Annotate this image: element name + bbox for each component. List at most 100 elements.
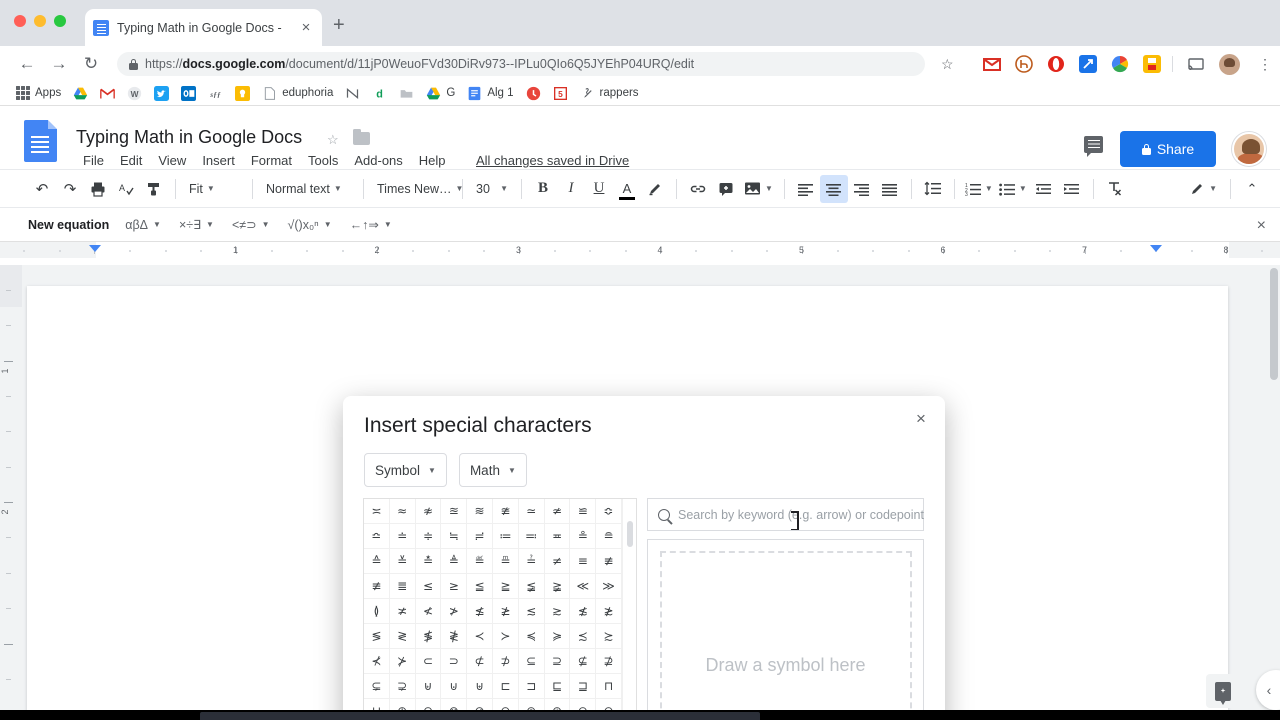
menu-help[interactable]: Help <box>411 151 454 170</box>
character-cell[interactable]: ≚ <box>389 549 416 574</box>
character-cell[interactable]: ≏ <box>364 524 390 549</box>
collapse-panel-button[interactable]: ‹ <box>1256 670 1280 710</box>
minimize-window-button[interactable] <box>34 15 46 27</box>
docs-logo-icon[interactable] <box>24 120 57 162</box>
character-cell[interactable]: ≼ <box>518 624 545 649</box>
bookmark-nearpod[interactable] <box>345 86 360 101</box>
user-avatar[interactable] <box>1232 132 1266 166</box>
character-cell[interactable]: ≍ <box>364 499 390 524</box>
character-cell[interactable]: ≷ <box>389 624 416 649</box>
character-cell[interactable]: ≎ <box>596 499 622 524</box>
maximize-window-button[interactable] <box>54 15 66 27</box>
character-cell[interactable]: ⊆ <box>518 649 545 674</box>
folder-icon[interactable] <box>353 129 370 145</box>
draw-canvas[interactable]: Draw a symbol here <box>659 551 912 720</box>
character-cell[interactable]: ≢ <box>364 574 390 599</box>
category-dropdown[interactable]: Symbol ▼ <box>364 453 447 487</box>
close-tab-button[interactable]: × <box>298 20 314 35</box>
character-grid[interactable]: ≍ ≈ ≉ ≊ ≋ ≇ ≃ ≄ ≌ ≎ ≏ ≐ ≑ ≒ ≓ ≔ ≕ ≖ ≗ ≘ ≙ ≚ ≛ ≜ ≝ ≞ ≟ ≠ ≡ ≢ ≢ ≣ ≤ ≥ ≦ ≧ ≨ ≩ ≪ ≫… <box>364 499 622 720</box>
explore-button[interactable] <box>1206 674 1240 708</box>
forward-button[interactable]: → <box>48 54 70 74</box>
character-cell[interactable]: ≛ <box>415 549 442 574</box>
numbered-list-button[interactable]: 123 ▼ <box>962 175 996 203</box>
add-comment-icon[interactable] <box>712 175 740 203</box>
equation-arrows-group[interactable]: ←↑⇒ ▼ <box>350 217 392 232</box>
character-cell[interactable]: ⊌ <box>415 674 442 699</box>
character-cell[interactable]: ≟ <box>518 549 545 574</box>
bookmark-alg1[interactable]: Alg 1 <box>467 86 514 101</box>
character-cell[interactable]: ≬ <box>364 599 390 624</box>
character-cell[interactable]: ≴ <box>570 599 597 624</box>
character-cell[interactable]: ≈ <box>389 499 416 524</box>
spellcheck-icon[interactable]: A <box>112 175 140 203</box>
character-cell[interactable]: ≢ <box>596 549 622 574</box>
character-cell[interactable]: ≱ <box>492 599 519 624</box>
character-cell[interactable]: ≜ <box>441 549 468 574</box>
character-cell[interactable]: ≓ <box>467 524 493 549</box>
character-cell[interactable]: ≲ <box>518 599 545 624</box>
horizontal-ruler[interactable]: 1 2 3 4 5 6 7 8 <box>0 241 1280 258</box>
character-cell[interactable]: ≨ <box>518 574 545 599</box>
character-cell[interactable]: ≙ <box>364 549 390 574</box>
character-cell[interactable]: ≰ <box>467 599 493 624</box>
bulleted-list-button[interactable]: ▼ <box>996 175 1030 203</box>
character-cell[interactable]: ≹ <box>441 624 468 649</box>
back-button[interactable]: ← <box>16 54 38 74</box>
gmail-extension-icon[interactable] <box>983 55 1001 73</box>
character-cell[interactable]: ⊅ <box>492 649 519 674</box>
character-cell[interactable]: ≝ <box>467 549 493 574</box>
url-input[interactable]: https://docs.google.com/document/d/11jP0… <box>117 52 925 76</box>
equation-operators-group[interactable]: ×÷∃ ▼ <box>179 217 214 232</box>
apps-grid-button[interactable]: Apps <box>16 86 61 100</box>
star-icon[interactable]: ☆ <box>327 132 339 148</box>
close-window-button[interactable] <box>14 15 26 27</box>
edit-mode-button[interactable]: ▼ <box>1183 175 1223 203</box>
character-cell[interactable]: ⊏ <box>492 674 519 699</box>
link-icon[interactable] <box>684 175 712 203</box>
character-cell[interactable]: ≄ <box>544 499 571 524</box>
menu-insert[interactable]: Insert <box>194 151 243 170</box>
character-cell[interactable]: ≔ <box>492 524 519 549</box>
character-cell[interactable]: ≵ <box>596 599 622 624</box>
bookmark-quizizz[interactable] <box>526 86 541 101</box>
character-cell[interactable]: ≮ <box>415 599 442 624</box>
character-cell[interactable]: ≳ <box>544 599 571 624</box>
character-cell[interactable]: ≊ <box>441 499 468 524</box>
equation-relations-group[interactable]: <≠⊃ ▼ <box>232 217 270 232</box>
menu-tools[interactable]: Tools <box>300 151 346 170</box>
character-cell[interactable]: ≦ <box>467 574 493 599</box>
share-button[interactable]: Share <box>1120 131 1216 167</box>
font-size-dropdown[interactable]: 30 ▼ <box>470 175 514 203</box>
equation-math-ops-group[interactable]: √()x₀ⁿ ▼ <box>288 218 332 232</box>
align-left-icon[interactable] <box>792 175 820 203</box>
zoom-dropdown[interactable]: Fit ▼ <box>183 175 245 203</box>
align-center-icon[interactable] <box>819 174 848 203</box>
character-cell[interactable]: ⊊ <box>364 674 390 699</box>
character-grid-scrollbar[interactable] <box>622 499 636 720</box>
character-cell[interactable]: ⊋ <box>389 674 416 699</box>
text-color-button[interactable]: A <box>613 175 641 203</box>
bookmark-outlook[interactable] <box>181 85 197 101</box>
italic-button[interactable]: I <box>557 175 585 203</box>
character-cell[interactable]: ≗ <box>570 524 597 549</box>
character-cell[interactable]: ≡ <box>570 549 597 574</box>
paragraph-style-dropdown[interactable]: Normal text ▼ <box>260 175 356 203</box>
character-cell[interactable]: ≣ <box>389 574 416 599</box>
save-status[interactable]: All changes saved in Drive <box>476 153 629 168</box>
hypothesis-extension-icon[interactable] <box>1015 55 1033 73</box>
highlight-pen-icon[interactable] <box>641 175 669 203</box>
draw-symbol-panel[interactable]: Draw a symbol here <box>647 539 924 720</box>
left-indent-marker[interactable] <box>89 245 101 252</box>
reload-button[interactable]: ↻ <box>80 54 102 74</box>
cast-icon[interactable] <box>1187 55 1205 73</box>
new-equation-button[interactable]: New equation <box>28 218 109 232</box>
color-wheel-extension-icon[interactable] <box>1111 55 1129 73</box>
character-cell[interactable]: ≧ <box>492 574 519 599</box>
character-cell[interactable]: ⊑ <box>544 674 571 699</box>
character-cell[interactable]: ⊎ <box>467 674 493 699</box>
character-cell[interactable]: ≭ <box>389 599 416 624</box>
character-cell[interactable]: ⊒ <box>570 674 597 699</box>
font-dropdown[interactable]: Times New… ▼ <box>371 175 463 203</box>
character-cell[interactable]: ⊄ <box>467 649 493 674</box>
bookmark-twitter[interactable] <box>154 85 170 101</box>
